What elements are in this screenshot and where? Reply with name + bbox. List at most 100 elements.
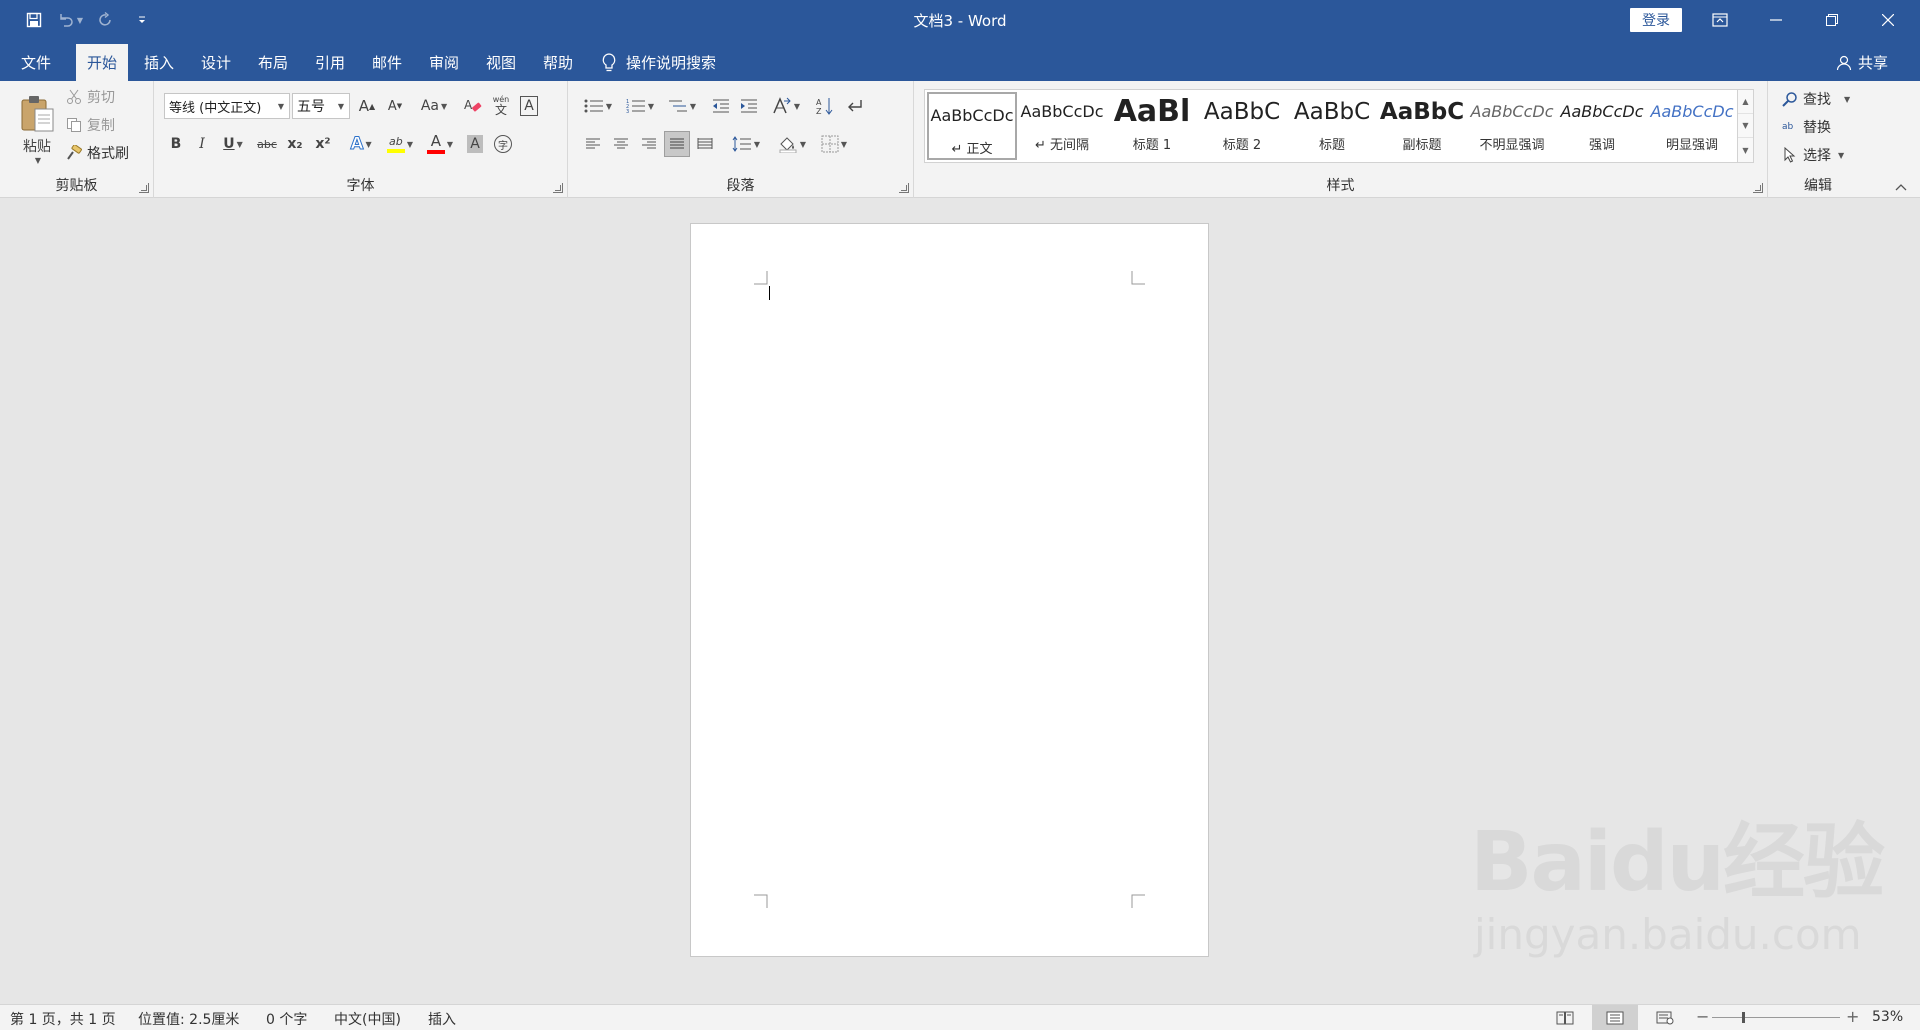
tab-layout[interactable]: 布局 (247, 44, 299, 81)
close-button[interactable] (1860, 0, 1916, 40)
align-right-button[interactable] (636, 131, 662, 157)
font-dialog-launcher[interactable] (553, 183, 563, 193)
web-layout-button[interactable] (1642, 1005, 1688, 1030)
minimize-button[interactable] (1748, 0, 1804, 40)
copy-button[interactable]: 复制 (66, 115, 115, 135)
underline-button[interactable]: U ▼ (216, 131, 250, 157)
align-center-button[interactable] (608, 131, 634, 157)
style-normal[interactable]: AaBbCcDc ↵ 正文 (927, 92, 1017, 160)
paragraph-dialog-launcher[interactable] (899, 183, 909, 193)
style-heading-2[interactable]: AaBbC 标题 2 (1197, 90, 1287, 162)
gallery-scroll-down-button[interactable]: ▼ (1738, 114, 1753, 138)
vertical-position[interactable]: 位置值: 2.5厘米 (138, 1009, 239, 1029)
language-indicator[interactable]: 中文(中国) (334, 1009, 401, 1029)
customize-qat-button[interactable] (126, 6, 158, 34)
font-color-button[interactable]: A ▼ (422, 131, 458, 157)
enclose-characters-button[interactable]: 字 (490, 131, 516, 157)
clipboard-dialog-launcher[interactable] (139, 183, 149, 193)
copy-label: 复制 (87, 118, 115, 134)
print-layout-button[interactable] (1592, 1005, 1638, 1030)
style-emphasis[interactable]: AaBbCcDc 强调 (1557, 90, 1647, 162)
paste-button[interactable]: 粘贴 ▼ (12, 87, 62, 171)
crop-mark-bottom-right (1131, 894, 1145, 908)
phonetic-guide-button[interactable]: wén 文 (488, 93, 514, 119)
superscript-button[interactable]: x² (310, 131, 336, 157)
text-effects-button[interactable]: A ▼ (344, 131, 378, 157)
redo-button[interactable] (90, 6, 122, 34)
italic-button[interactable]: I (190, 131, 214, 157)
select-button[interactable]: 选择 ▼ (1782, 145, 1844, 165)
style-heading-1[interactable]: AaBl 标题 1 (1107, 90, 1197, 162)
align-left-button[interactable] (580, 131, 606, 157)
decrease-indent-button[interactable] (708, 93, 734, 119)
font-size-combo[interactable]: 五号 ▼ (292, 93, 350, 119)
zoom-slider[interactable] (1712, 1012, 1840, 1023)
zoom-level[interactable]: 53% (1872, 1009, 1903, 1025)
cut-button[interactable]: 剪切 (66, 87, 115, 107)
find-button[interactable]: 查找 ▼ (1782, 89, 1850, 109)
style-title[interactable]: AaBbC 标题 (1287, 90, 1377, 162)
read-mode-button[interactable] (1542, 1005, 1588, 1030)
replace-button[interactable]: ab 替换 (1782, 117, 1831, 137)
numbering-button[interactable]: 1 2 3 ▼ (622, 93, 658, 119)
save-button[interactable] (18, 6, 50, 34)
grow-font-button[interactable]: A ▲ (354, 93, 380, 119)
distributed-button[interactable] (692, 131, 718, 157)
tab-design[interactable]: 设计 (190, 44, 242, 81)
tab-help[interactable]: 帮助 (532, 44, 584, 81)
ribbon-display-options-button[interactable] (1692, 0, 1748, 40)
tab-references[interactable]: 引用 (304, 44, 356, 81)
login-button[interactable]: 登录 (1630, 8, 1682, 32)
shading-button[interactable]: ▼ (774, 131, 810, 157)
zoom-in-button[interactable]: + (1846, 1007, 1859, 1026)
character-shading-button[interactable]: A (462, 131, 488, 157)
multilevel-list-button[interactable]: ▼ (664, 93, 700, 119)
character-border-button[interactable]: A (516, 93, 542, 119)
highlight-button[interactable]: ab ▼ (382, 131, 418, 157)
word-count[interactable]: 0 个字 (266, 1009, 307, 1029)
show-hide-marks-button[interactable] (842, 93, 868, 119)
shrink-font-button[interactable]: A ▼ (382, 93, 408, 119)
subscript-button[interactable]: x₂ (282, 131, 308, 157)
document-page[interactable] (690, 223, 1209, 957)
gallery-scroll-up-button[interactable]: ▲ (1738, 90, 1753, 114)
zoom-out-button[interactable]: − (1696, 1007, 1709, 1026)
font-name-combo[interactable]: 等线 (中文正文) ▼ (164, 93, 290, 119)
sort-button[interactable]: AZ (812, 93, 838, 119)
gallery-more-button[interactable]: ▼ (1738, 138, 1753, 162)
line-spacing-button[interactable]: ▼ (728, 131, 764, 157)
chinese-layout-button[interactable]: ▼ (768, 93, 804, 119)
tab-insert[interactable]: 插入 (133, 44, 185, 81)
undo-button[interactable]: ▼ (54, 6, 86, 34)
tab-mailings[interactable]: 邮件 (361, 44, 413, 81)
justify-button[interactable] (664, 131, 690, 157)
styles-dialog-launcher[interactable] (1753, 183, 1763, 193)
style-no-spacing[interactable]: AaBbCcDc ↵ 无间隔 (1017, 90, 1107, 162)
tab-view[interactable]: 视图 (475, 44, 527, 81)
change-case-button[interactable]: Aa ▼ (416, 93, 452, 119)
collapse-ribbon-button[interactable] (1892, 180, 1910, 194)
bullets-button[interactable]: ▼ (580, 93, 616, 119)
style-preview: AaBbCcDc (1650, 102, 1734, 121)
page-count[interactable]: 第 1 页，共 1 页 (10, 1009, 116, 1029)
style-intense-emphasis[interactable]: AaBbCcDc 明显强调 (1647, 90, 1737, 162)
style-subtle-emphasis[interactable]: AaBbCcDc 不明显强调 (1467, 90, 1557, 162)
insert-mode-indicator[interactable]: 插入 (428, 1009, 456, 1029)
increase-indent-button[interactable] (736, 93, 762, 119)
tell-me-search[interactable]: 操作说明搜索 (602, 44, 716, 81)
style-subtitle[interactable]: AaBbC 副标题 (1377, 90, 1467, 162)
zoom-slider-thumb[interactable] (1741, 1012, 1745, 1023)
tab-review[interactable]: 审阅 (418, 44, 470, 81)
tab-file[interactable]: 文件 (10, 44, 62, 81)
svg-text:A: A (464, 98, 473, 112)
format-painter-button[interactable]: 格式刷 (66, 143, 129, 163)
tab-home[interactable]: 开始 (76, 44, 129, 81)
clear-formatting-button[interactable]: A (460, 93, 486, 119)
share-button[interactable]: 共享 (1836, 44, 1888, 81)
restore-button[interactable] (1804, 0, 1860, 40)
borders-button[interactable]: ▼ (816, 131, 852, 157)
increase-indent-icon (741, 99, 757, 113)
strikethrough-button[interactable]: abc (254, 131, 280, 157)
align-left-icon (586, 138, 600, 149)
bold-button[interactable]: B (164, 131, 188, 157)
